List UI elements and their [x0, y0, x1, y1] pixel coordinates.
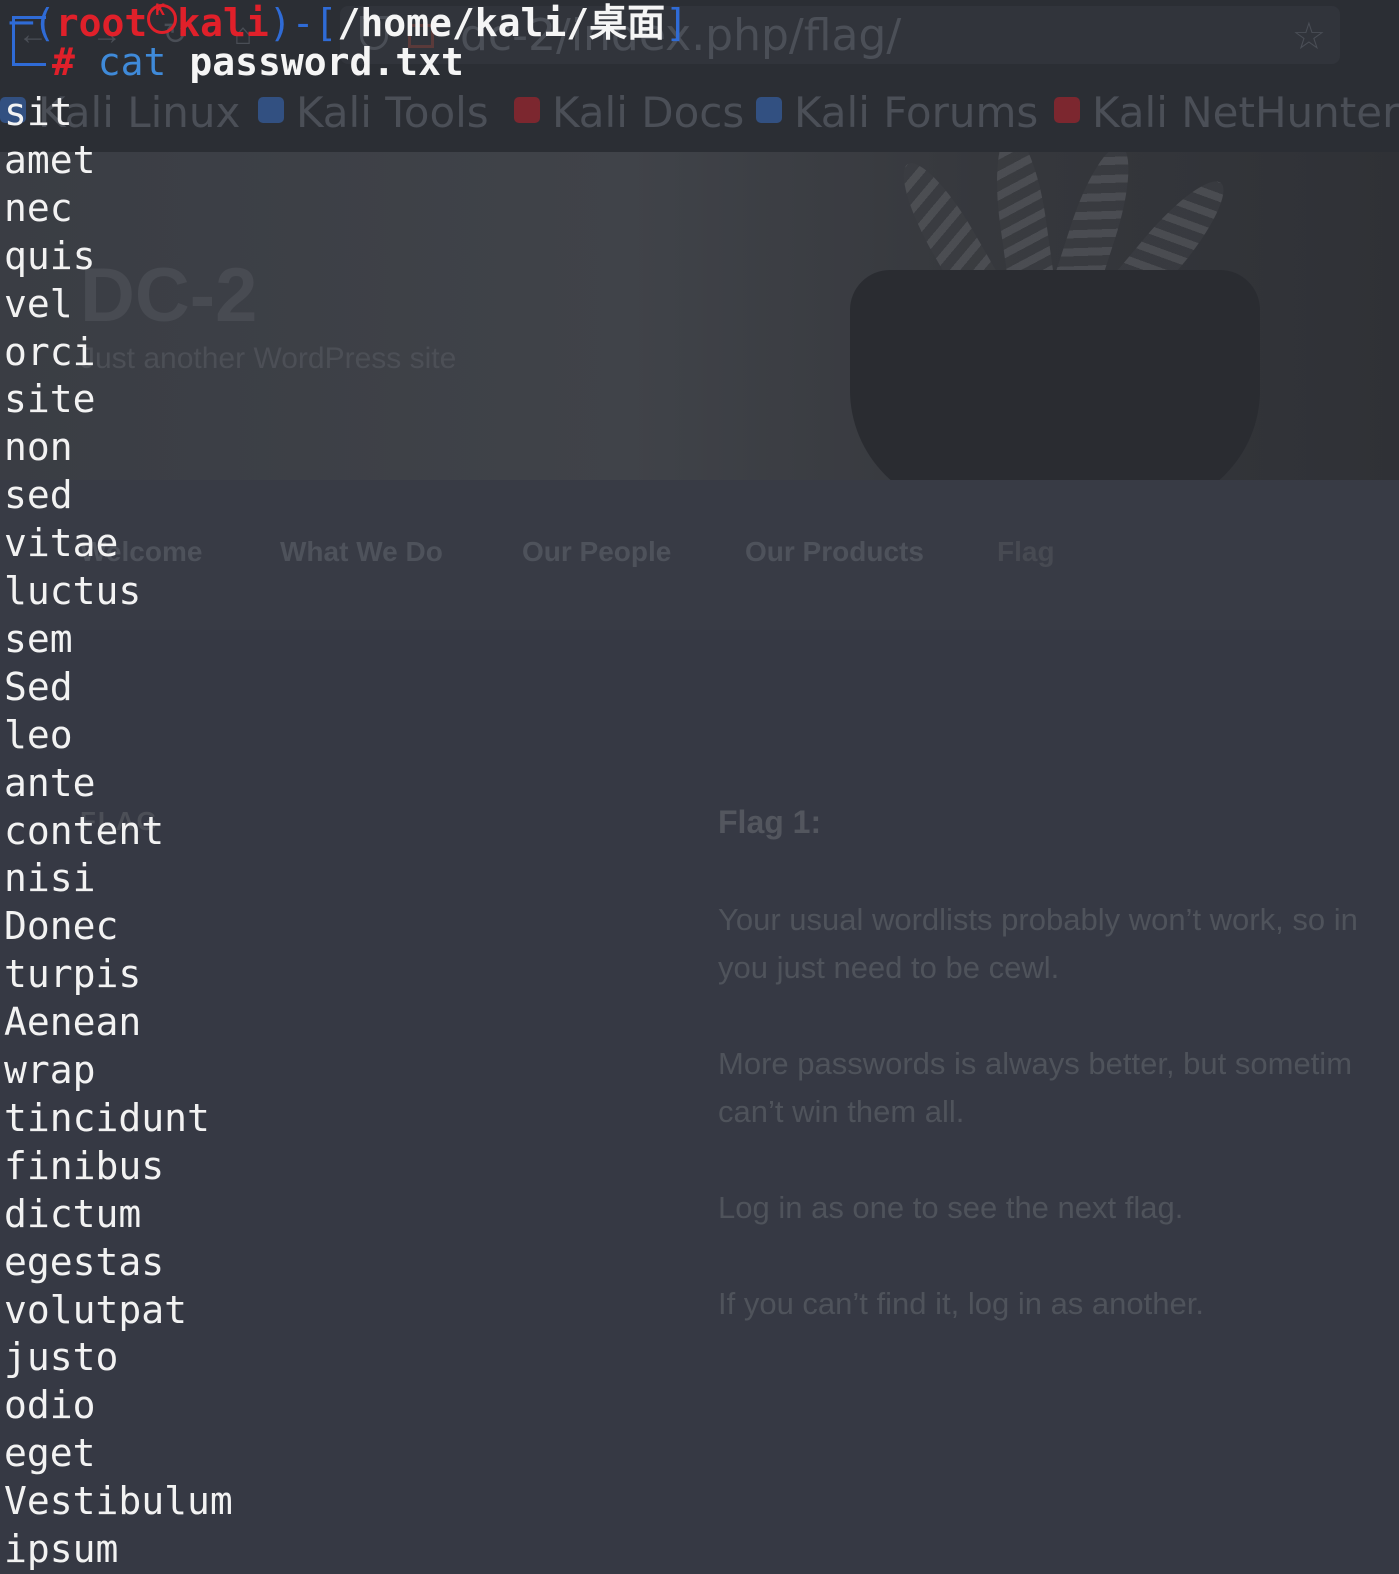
command-line[interactable]: # cat password.txt — [52, 40, 464, 84]
command-name: cat — [97, 40, 167, 84]
prompt-user: root — [55, 1, 148, 45]
output-line: Vestibulum — [4, 1479, 233, 1524]
output-line: leo — [4, 712, 73, 757]
output-line: odio — [4, 1383, 96, 1428]
prompt-symbol: # — [52, 40, 75, 84]
output-line: nisi — [4, 856, 96, 901]
output-line: wrap — [4, 1048, 96, 1092]
output-line: Donec — [4, 904, 119, 949]
output-line: eget — [4, 1431, 96, 1476]
output-line: luctus — [4, 569, 142, 613]
output-line: orci — [4, 329, 96, 374]
output-line: sem — [4, 616, 73, 661]
output-line: ante — [4, 760, 96, 805]
output-line: finibus — [4, 1143, 165, 1188]
output-line: dictum — [4, 1191, 142, 1236]
output-line: amet — [4, 137, 96, 182]
output-line: turpis — [4, 952, 142, 997]
output-line: quis — [4, 233, 96, 278]
output-line: nec — [4, 185, 73, 230]
output-line: sed — [4, 473, 73, 518]
kali-skull-icon — [147, 0, 178, 34]
output-line: justo — [4, 1335, 119, 1380]
prompt-separator: )-[ — [268, 1, 338, 45]
command-argument: password.txt — [189, 40, 464, 84]
output-line: Sed — [4, 664, 73, 709]
output-line: sit — [4, 90, 73, 134]
output-line: vel — [4, 281, 73, 326]
output-line: tincidunt — [4, 1095, 210, 1140]
prompt-path: /home/kali/桌面 — [337, 1, 666, 45]
prompt-dash: ─( — [10, 1, 56, 45]
output-line: Aenean — [4, 1000, 142, 1045]
output-line: volutpat — [4, 1287, 188, 1332]
terminal-output[interactable]: ─(root kali)-[/home/kali/桌面] # cat passwo… — [0, 0, 1399, 1574]
output-line: egestas — [4, 1239, 165, 1284]
output-line: content — [4, 808, 165, 853]
prompt-host: kali — [177, 1, 269, 45]
output-line: ipsum — [4, 1527, 119, 1571]
output-line: vitae — [4, 521, 119, 566]
output-line: non — [4, 425, 73, 470]
prompt-bracket-close: ] — [665, 1, 688, 45]
output-line: site — [4, 377, 96, 422]
